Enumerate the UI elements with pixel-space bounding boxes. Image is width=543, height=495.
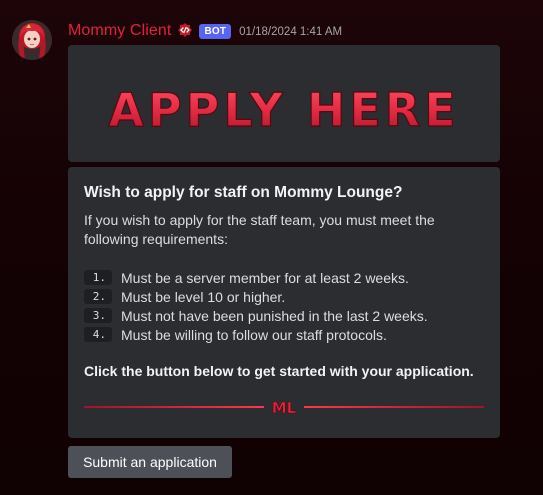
code-shield-icon[interactable] [176, 22, 194, 40]
list-item: 2. Must be level 10 or higher. [84, 287, 484, 306]
timestamp[interactable]: 01/18/2024 1:41 AM [239, 26, 342, 38]
divider-image[interactable]: ML [84, 399, 484, 415]
embed-card: Wish to apply for staff on Mommy Lounge?… [68, 167, 500, 438]
list-number: 2. [84, 289, 112, 304]
bot-badge: BOT [199, 23, 232, 39]
list-item: 4. Must be willing to follow our staff p… [84, 325, 484, 344]
username[interactable]: Mommy Client [68, 22, 171, 40]
embed-description: If you wish to apply for the staff team,… [84, 212, 435, 247]
banner-text: APPLY HERE [108, 83, 459, 137]
list-item: 1. Must be a server member for at least … [84, 268, 484, 287]
list-number: 3. [84, 308, 112, 323]
list-text: Must be a server member for at least 2 w… [121, 269, 409, 286]
divider-logo: ML [272, 399, 297, 415]
embed-title: Wish to apply for staff on Mommy Lounge? [84, 184, 403, 201]
bot-message: Mommy Client BOT 01/18/2024 1:41 AM APPL… [0, 0, 543, 495]
requirements-list: 1. Must be a server member for at least … [84, 268, 484, 344]
list-text: Must not have been punished in the last … [121, 307, 428, 324]
call-to-action: Click the button below to get started wi… [84, 363, 474, 379]
list-number: 4. [84, 327, 112, 342]
banner-image[interactable]: APPLY HERE [68, 45, 500, 162]
message-header: Mommy Client BOT 01/18/2024 1:41 AM [68, 20, 342, 42]
list-text: Must be level 10 or higher. [121, 288, 286, 305]
avatar[interactable] [12, 20, 52, 60]
list-text: Must be willing to follow our staff prot… [121, 326, 387, 343]
submit-application-button[interactable]: Submit an application [68, 446, 232, 478]
list-number: 1. [84, 270, 112, 285]
list-item: 3. Must not have been punished in the la… [84, 306, 484, 325]
